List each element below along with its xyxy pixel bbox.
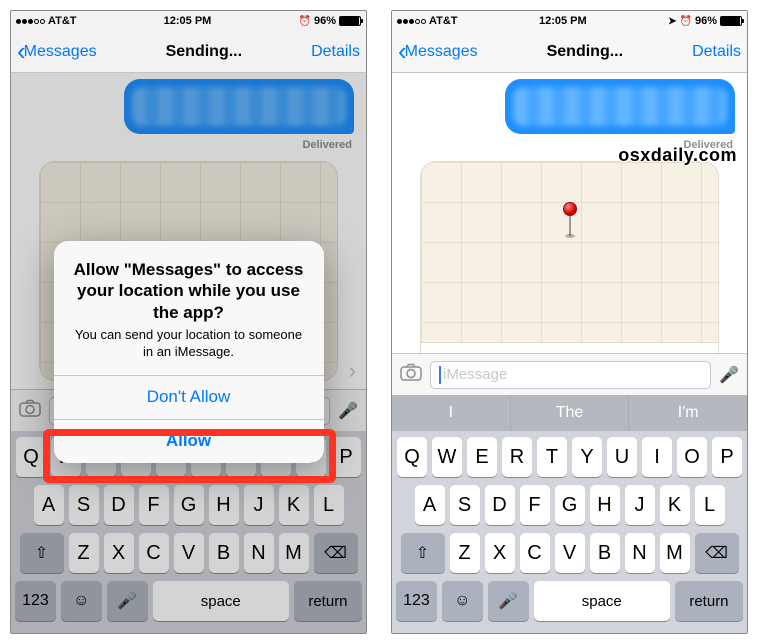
key-n[interactable]: N <box>625 533 655 573</box>
key-row-1: QWERTYUIOP <box>396 437 743 477</box>
key-k[interactable]: K <box>660 485 690 525</box>
location-arrow-icon: ➤ <box>668 16 676 27</box>
key-z[interactable]: Z <box>450 533 480 573</box>
numbers-key[interactable]: 123 <box>396 581 437 621</box>
conversation[interactable]: Delivered Locating... › osxdaily.com <box>392 73 747 353</box>
compose-bar: iMessage 🎤 <box>392 353 747 395</box>
key-x[interactable]: X <box>485 533 515 573</box>
key-y[interactable]: Y <box>572 437 602 477</box>
phone-right: AT&T 12:05 PM ➤ ⏰ 96% ‹ Messages Sending… <box>391 10 748 634</box>
message-input[interactable]: iMessage <box>430 361 711 389</box>
suggestion-1[interactable]: I <box>392 395 510 431</box>
key-v[interactable]: V <box>555 533 585 573</box>
placeholder: iMessage <box>443 366 507 383</box>
nav-title: Sending... <box>547 43 623 61</box>
key-l[interactable]: L <box>695 485 725 525</box>
return-key[interactable]: return <box>675 581 743 621</box>
suggestion-2[interactable]: The <box>511 395 629 431</box>
alert-backdrop: Allow "Messages" to access your location… <box>11 11 366 633</box>
alert-title: Allow "Messages" to access your location… <box>70 259 308 323</box>
signal-dots-icon <box>397 19 426 24</box>
key-g[interactable]: G <box>555 485 585 525</box>
key-m[interactable]: M <box>660 533 690 573</box>
deny-button[interactable]: Don't Allow <box>54 375 324 419</box>
back-button[interactable]: ‹ Messages <box>398 40 478 64</box>
key-a[interactable]: A <box>415 485 445 525</box>
details-button[interactable]: Details <box>692 43 741 61</box>
key-o[interactable]: O <box>677 437 707 477</box>
key-q[interactable]: Q <box>397 437 427 477</box>
watermark: osxdaily.com <box>618 145 737 166</box>
status-bar: AT&T 12:05 PM ➤ ⏰ 96% <box>392 11 747 31</box>
key-u[interactable]: U <box>607 437 637 477</box>
key-i[interactable]: I <box>642 437 672 477</box>
emoji-key[interactable]: ☺ <box>442 581 483 621</box>
key-t[interactable]: T <box>537 437 567 477</box>
key-b[interactable]: B <box>590 533 620 573</box>
phone-left: AT&T 12:05 PM ⏰ 96% ‹ Messages Sending..… <box>10 10 367 634</box>
key-d[interactable]: D <box>485 485 515 525</box>
space-key[interactable]: space <box>534 581 670 621</box>
allow-button[interactable]: Allow <box>54 419 324 463</box>
key-f[interactable]: F <box>520 485 550 525</box>
keyboard: QWERTYUIOP ASDFGHJKL ⇧ZXCVBNM⌫ 123 ☺ 🎤 s… <box>392 431 747 633</box>
camera-icon[interactable] <box>400 363 422 387</box>
key-row-3: ⇧ZXCVBNM⌫ <box>396 533 743 573</box>
back-label: Messages <box>405 43 478 61</box>
key-p[interactable]: P <box>712 437 742 477</box>
key-s[interactable]: S <box>450 485 480 525</box>
battery-icon <box>720 16 742 26</box>
key-h[interactable]: H <box>590 485 620 525</box>
suggestion-3[interactable]: I'm <box>629 395 747 431</box>
map-preview <box>421 162 718 342</box>
alarm-icon: ⏰ <box>680 16 692 27</box>
map-pin-icon <box>563 202 577 238</box>
mic-icon[interactable]: 🎤 <box>719 365 739 385</box>
quicktype-bar: I The I'm <box>392 395 747 431</box>
chevron-right-icon: › <box>699 350 706 353</box>
key-c[interactable]: C <box>520 533 550 573</box>
location-card[interactable]: Locating... › <box>420 161 719 353</box>
carrier-label: AT&T <box>429 15 458 27</box>
backspace-key[interactable]: ⌫ <box>695 533 739 573</box>
shift-key[interactable]: ⇧ <box>401 533 445 573</box>
key-row-2: ASDFGHJKL <box>396 485 743 525</box>
key-r[interactable]: R <box>502 437 532 477</box>
permission-alert: Allow "Messages" to access your location… <box>54 241 324 463</box>
key-e[interactable]: E <box>467 437 497 477</box>
battery-percent: 96% <box>695 15 717 27</box>
nav-bar: ‹ Messages Sending... Details <box>392 31 747 73</box>
outgoing-message[interactable] <box>505 79 735 134</box>
key-row-bottom: 123 ☺ 🎤 space return <box>396 581 743 621</box>
alert-message: You can send your location to someone in… <box>70 327 308 361</box>
clock: 12:05 PM <box>539 15 587 27</box>
dictation-key[interactable]: 🎤 <box>488 581 529 621</box>
key-j[interactable]: J <box>625 485 655 525</box>
text-cursor <box>439 366 441 384</box>
key-w[interactable]: W <box>432 437 462 477</box>
